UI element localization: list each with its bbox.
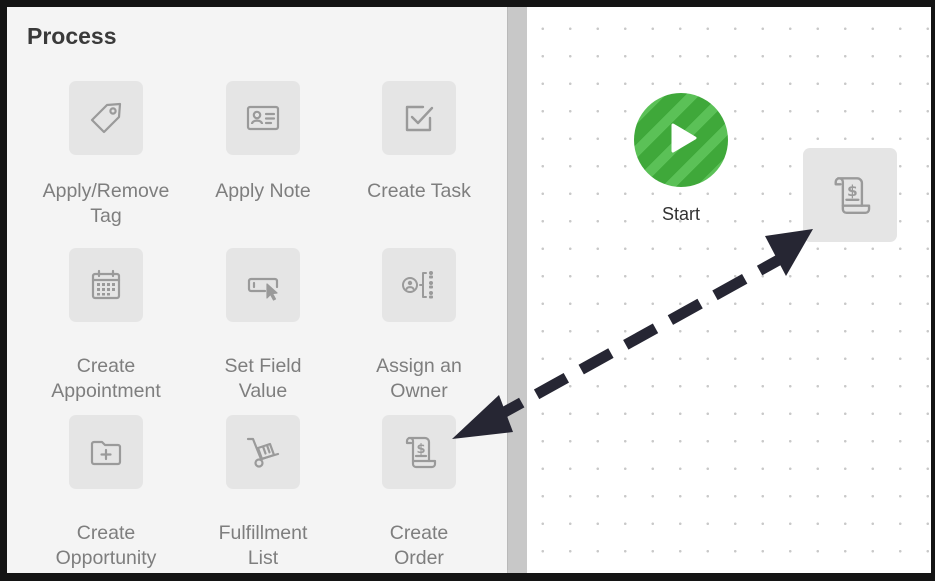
start-node-label: Start (661, 204, 700, 224)
hand-truck-icon (243, 432, 283, 472)
start-node[interactable] (634, 93, 728, 187)
app-window: Process Apply/Remove Tag Apply Note Crea… (0, 0, 935, 581)
palette-item-set-field-value[interactable] (226, 248, 300, 322)
play-icon (661, 118, 701, 163)
palette-item-fulfillment-list[interactable] (226, 415, 300, 489)
folder-plus-icon (86, 432, 126, 472)
palette-label-create-order: Create Order (389, 522, 449, 569)
palette-item-create-order[interactable]: $ (382, 415, 456, 489)
palette-label-assign-owner: Assign an Owner (376, 355, 462, 402)
palette-item-assign-owner[interactable] (382, 248, 456, 322)
checkbox-icon (399, 98, 439, 138)
workflow-canvas[interactable]: Start $ (527, 7, 931, 573)
palette-label-create-opportunity: Create Opportunity (55, 522, 157, 569)
process-palette: Process Apply/Remove Tag Apply Note Crea… (7, 7, 507, 573)
palette-label-fulfillment-list: Fulfillment List (218, 522, 308, 569)
tag-icon (86, 98, 126, 138)
calendar-icon (86, 265, 126, 305)
palette-item-create-opportunity[interactable] (69, 415, 143, 489)
palette-label-create-appointment: Create Appointment (51, 355, 161, 402)
assign-owner-icon (397, 265, 441, 305)
receipt-dollar-icon: $ (826, 170, 874, 220)
palette-label-apply-note: Apply Note (215, 180, 311, 202)
palette-label-create-task: Create Task (367, 180, 471, 202)
contact-card-icon (243, 98, 283, 138)
panel-splitter[interactable] (507, 7, 528, 573)
canvas-create-order-node[interactable]: $ (803, 148, 897, 242)
palette-item-apply-remove-tag[interactable] (69, 81, 143, 155)
svg-text:$: $ (847, 182, 858, 200)
palette-item-apply-note[interactable] (226, 81, 300, 155)
palette-title: Process (27, 23, 117, 49)
palette-label-apply-remove-tag: Apply/Remove Tag (42, 180, 170, 227)
palette-label-set-field-value: Set Field Value (224, 355, 302, 402)
palette-item-create-task[interactable] (382, 81, 456, 155)
receipt-dollar-icon: $ (399, 431, 439, 473)
field-cursor-icon (243, 265, 283, 305)
svg-text:$: $ (416, 442, 425, 457)
palette-item-create-appointment[interactable] (69, 248, 143, 322)
